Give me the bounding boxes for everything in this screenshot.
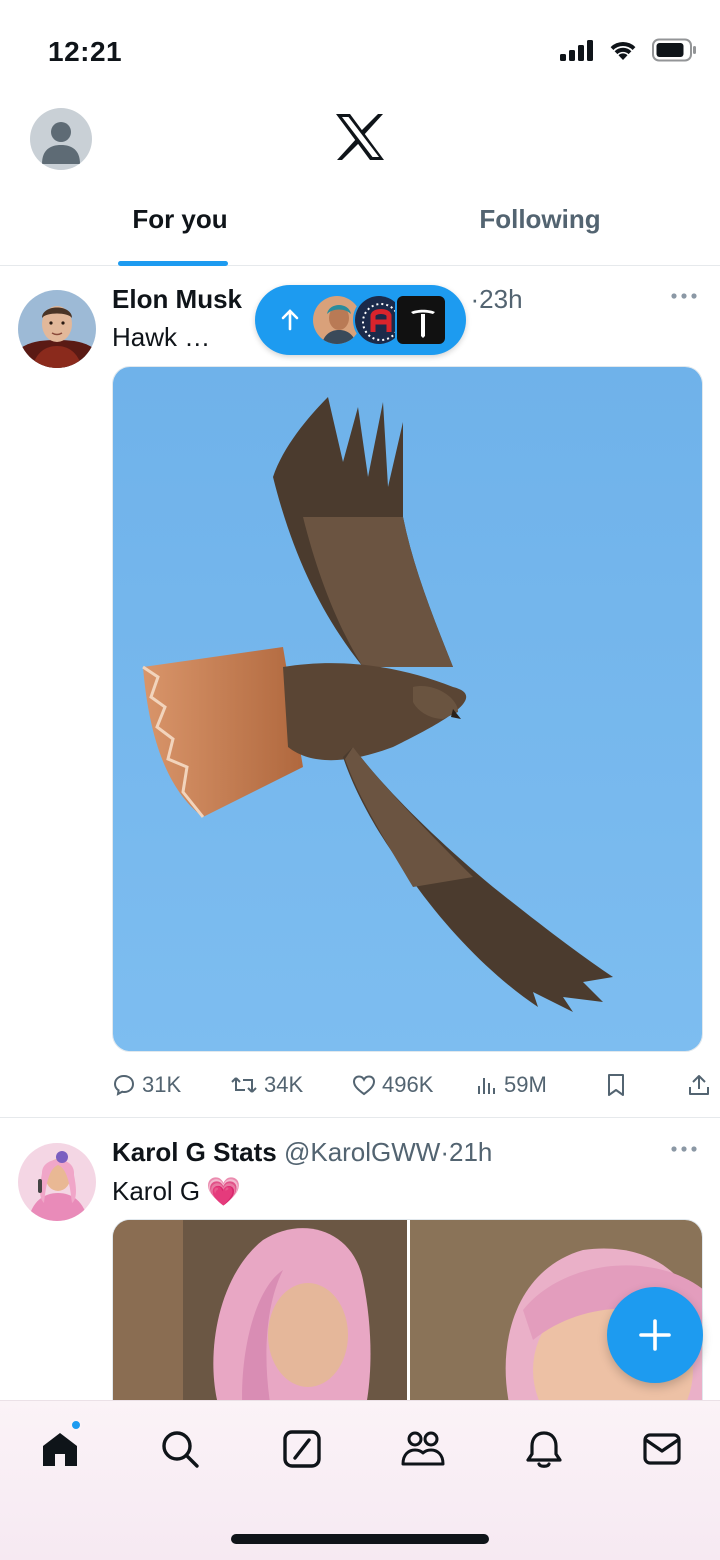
bookmark-icon (608, 1074, 624, 1096)
home-notification-dot (70, 1419, 82, 1431)
compose-post-button[interactable] (607, 1287, 703, 1383)
avatar-image (18, 1143, 96, 1221)
nav-notifications[interactable] (520, 1425, 568, 1473)
battery-icon (652, 38, 696, 62)
author-avatar[interactable] (18, 1143, 96, 1221)
like-count: 496K (382, 1072, 434, 1097)
new-post-avatar (395, 294, 447, 346)
tweet-actions: 31K 34K 496K 59M (112, 1068, 709, 1102)
more-options-icon[interactable] (670, 1145, 698, 1153)
arrow-up-icon (281, 309, 299, 331)
x-logo-icon[interactable] (334, 112, 386, 162)
tweet-header: Karol G Stats @KarolGWW·21h (112, 1137, 492, 1168)
wifi-icon (610, 41, 636, 60)
tweet-media-image[interactable] (112, 366, 703, 1052)
share-icon (689, 1075, 709, 1095)
pink-heart-emoji: 💗 (206, 1176, 242, 1207)
status-bar: 12:21 (0, 0, 720, 96)
tweet-time: ·23h (470, 284, 523, 314)
like-button[interactable]: 496K (352, 1072, 476, 1098)
tweet-text: Karol G 💗 (112, 1175, 241, 1208)
reply-button[interactable]: 31K (112, 1072, 230, 1098)
bell-icon (526, 1431, 562, 1468)
avatar-image (18, 290, 96, 368)
author-handle-time: @KarolGWW·21h (283, 1137, 493, 1167)
reply-count: 31K (142, 1072, 182, 1097)
views-count: 59M (504, 1072, 547, 1097)
status-time: 12:21 (48, 36, 123, 67)
tab-following-label: Following (479, 204, 601, 234)
top-header: For you Following (0, 96, 720, 266)
author-name[interactable]: Elon Musk (112, 284, 242, 314)
share-button[interactable] (688, 1073, 709, 1097)
communities-icon (401, 1431, 445, 1466)
author-avatar[interactable] (18, 290, 96, 368)
search-icon (162, 1431, 199, 1468)
hawk-photo (113, 367, 702, 1051)
status-icons (560, 38, 698, 62)
views-icon (478, 1078, 495, 1094)
profile-avatar[interactable] (30, 108, 92, 170)
nav-home[interactable] (36, 1425, 84, 1473)
tweet-text-content: Karol G (112, 1176, 201, 1206)
repost-count: 34K (264, 1072, 304, 1097)
repost-icon (231, 1077, 257, 1093)
home-icon (43, 1433, 77, 1466)
nav-messages[interactable] (638, 1425, 686, 1473)
nav-communities[interactable] (399, 1425, 447, 1473)
nav-grok[interactable] (278, 1425, 326, 1473)
tweet-text: Hawk … (112, 322, 211, 352)
tab-following[interactable]: Following (360, 190, 720, 266)
tab-for-you-label: For you (132, 204, 228, 234)
tweet[interactable]: Elon Musk ·23h Hawk … 31K 34K 496K 59M (0, 266, 720, 1118)
home-indicator-bar (231, 1534, 489, 1544)
bookmark-button[interactable] (606, 1073, 688, 1097)
nav-search[interactable] (156, 1425, 204, 1473)
reply-icon (113, 1074, 135, 1096)
more-options-icon[interactable] (670, 292, 698, 300)
heart-icon (352, 1075, 376, 1096)
views-button[interactable]: 59M (476, 1072, 606, 1098)
default-avatar-icon (42, 122, 80, 164)
tab-for-you[interactable]: For you (0, 190, 360, 266)
timeline-tabs: For you Following (0, 190, 720, 266)
new-posts-pill[interactable] (255, 285, 466, 355)
repost-button[interactable]: 34K (230, 1072, 352, 1098)
plus-icon (639, 1319, 671, 1351)
cellular-signal-icon (560, 40, 593, 61)
author-name[interactable]: Karol G Stats (112, 1137, 277, 1167)
tweet[interactable]: Karol G Stats @KarolGWW·21h Karol G 💗 (0, 1119, 720, 1419)
grok-icon (283, 1430, 321, 1468)
envelope-icon (643, 1433, 681, 1465)
